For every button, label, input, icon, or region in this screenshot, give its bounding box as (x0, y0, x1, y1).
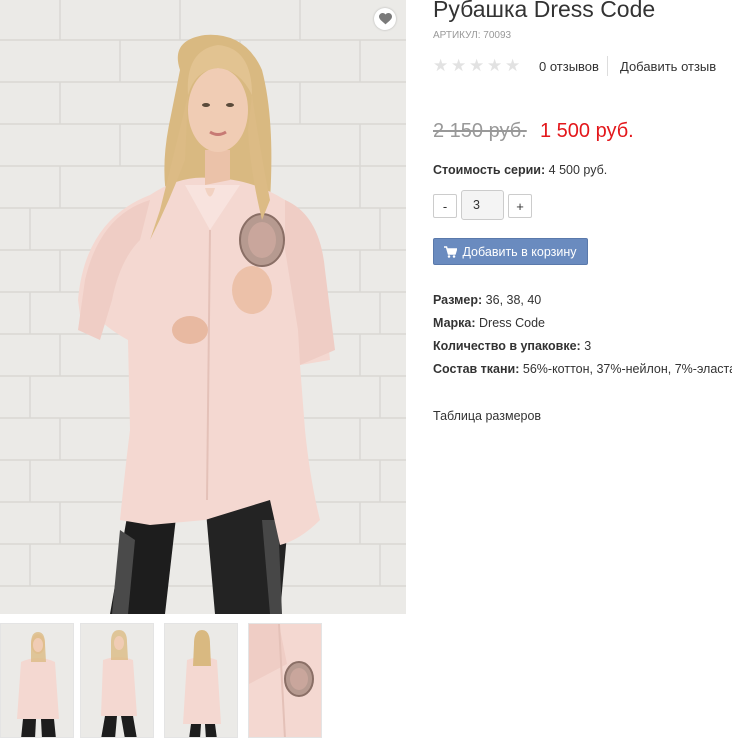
star-icon[interactable]: ★ (487, 57, 502, 74)
quantity-input[interactable]: 3 (461, 190, 504, 220)
property-label: Размер: (433, 293, 483, 307)
star-icon[interactable]: ★ (469, 57, 484, 74)
thumbnail-3[interactable] (164, 623, 238, 738)
thumbnail-photo (249, 624, 321, 737)
thumbnail-4[interactable] (248, 623, 322, 738)
heart-icon (378, 13, 392, 25)
thumbnail-photo (81, 624, 153, 737)
series-price-value: 4 500 руб. (545, 163, 608, 177)
add-to-cart-button[interactable]: Добавить в корзину (433, 238, 588, 265)
property-label: Количество в упаковке: (433, 339, 581, 353)
property-fabric: Состав ткани: 56%-коттон, 37%-нейлон, 7%… (433, 358, 732, 381)
series-price: Стоимость серии: 4 500 руб. (433, 163, 607, 177)
product-main-image[interactable] (0, 0, 406, 614)
old-price: 2 150 руб. (433, 120, 527, 142)
property-value: Dress Code (475, 316, 546, 330)
thumbnail-strip (0, 623, 406, 738)
property-pack-count: Количество в упаковке: 3 (433, 335, 732, 358)
product-title: Рубашка Dress Code (433, 0, 656, 22)
property-size: Размер: 36, 38, 40 (433, 289, 732, 312)
product-photo (0, 0, 406, 614)
divider (607, 56, 608, 76)
new-price: 1 500 руб. (540, 120, 634, 142)
reviews-link[interactable]: 0 отзывов (539, 59, 599, 74)
rating-stars[interactable]: ★ ★ ★ ★ ★ (433, 57, 520, 74)
quantity-increase-button[interactable]: + (508, 194, 532, 218)
product-properties: Размер: 36, 38, 40 Марка: Dress Code Кол… (433, 289, 732, 381)
thumbnail-1[interactable] (0, 623, 74, 738)
property-value: 3 (580, 339, 592, 353)
wishlist-button[interactable] (374, 8, 396, 30)
star-icon[interactable]: ★ (451, 57, 466, 74)
series-price-label: Стоимость серии: (433, 163, 546, 177)
property-value: 36, 38, 40 (482, 293, 542, 307)
star-icon[interactable]: ★ (505, 57, 520, 74)
size-table-link[interactable]: Таблица размеров (433, 409, 541, 423)
cart-icon (444, 245, 458, 258)
thumbnail-photo (1, 624, 73, 737)
thumbnail-photo (165, 624, 237, 737)
property-brand: Марка: Dress Code (433, 312, 732, 335)
property-label: Состав ткани: (433, 362, 520, 376)
star-icon[interactable]: ★ (433, 57, 448, 74)
product-sku: АРТИКУЛ: 70093 (433, 30, 512, 41)
add-review-link[interactable]: Добавить отзыв (620, 59, 716, 74)
property-label: Марка: (433, 316, 476, 330)
property-value: 56%-коттон, 37%-нейлон, 7%-эластан (519, 362, 732, 376)
add-to-cart-label: Добавить в корзину (462, 244, 577, 259)
quantity-decrease-button[interactable]: - (433, 194, 457, 218)
thumbnail-2[interactable] (80, 623, 154, 738)
